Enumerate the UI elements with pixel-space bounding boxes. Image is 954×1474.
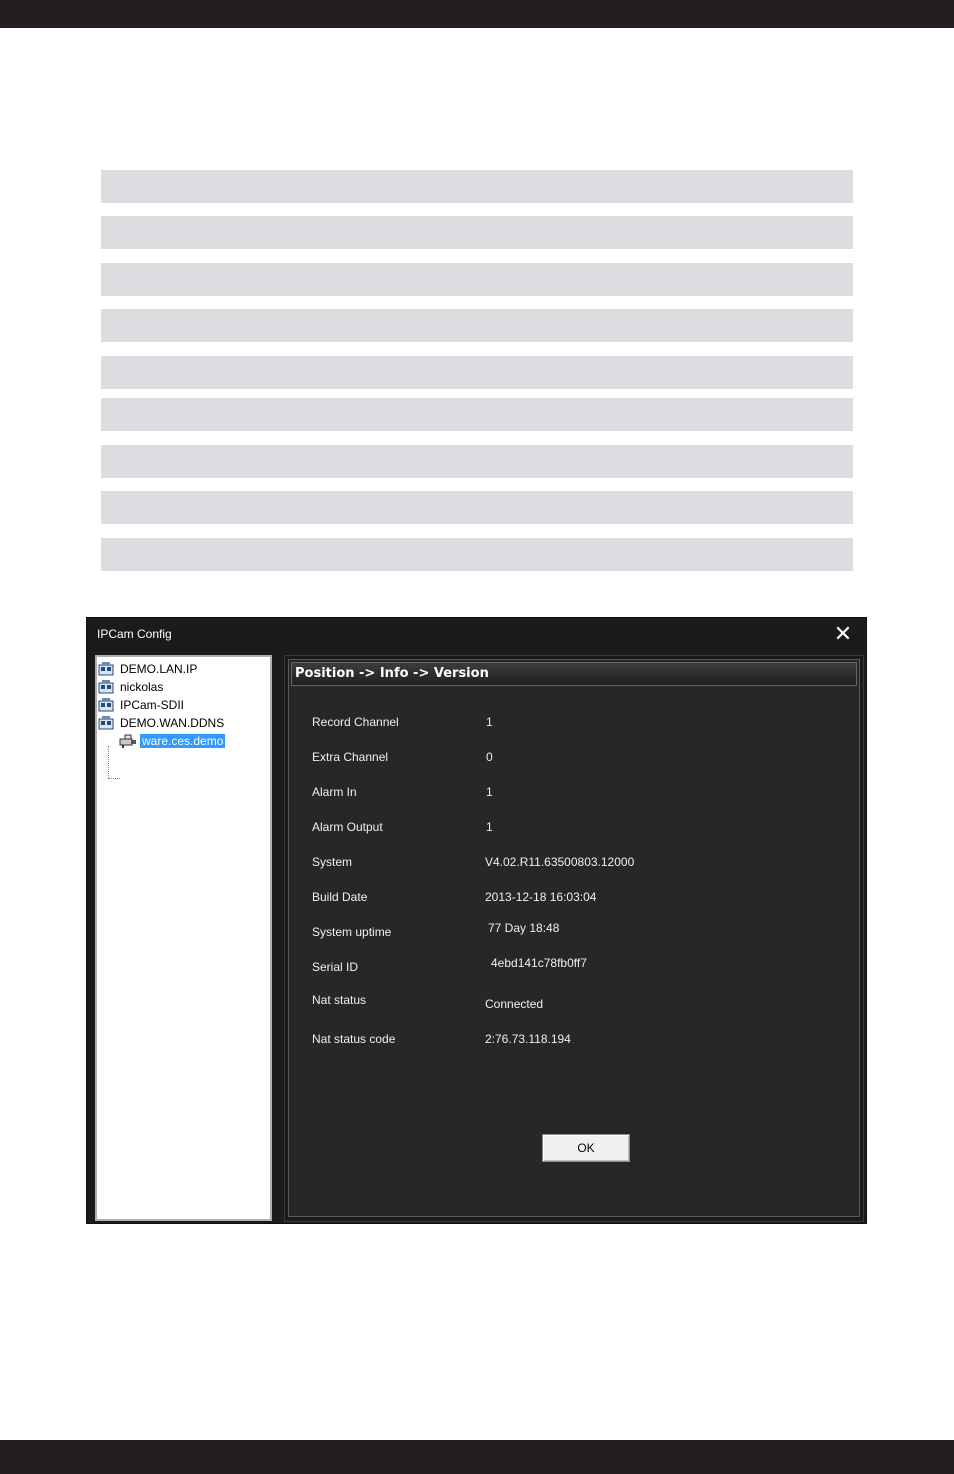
gray-row <box>101 398 853 431</box>
ipcam-config-dialog: IPCam Config ✕ DEMO.LAN.IP nickolas IPCa… <box>86 617 867 1224</box>
ok-button[interactable]: OK <box>542 1134 630 1162</box>
gray-row <box>101 445 853 478</box>
system-value: V4.02.R11.63500803.12000 <box>485 855 635 869</box>
page-top-bar <box>0 0 954 28</box>
tree-item-demo-lan-ip[interactable]: DEMO.LAN.IP <box>98 661 197 677</box>
tree-item-nickolas[interactable]: nickolas <box>98 679 163 695</box>
record-channel-value: 1 <box>486 715 493 729</box>
system-uptime-label: System uptime <box>312 925 392 939</box>
gray-row <box>101 491 853 524</box>
nat-status-value: Connected <box>485 997 544 1011</box>
tree-connector <box>108 746 109 778</box>
close-icon[interactable]: ✕ <box>831 624 855 646</box>
gray-row <box>101 263 853 296</box>
dialog-title: IPCam Config <box>97 627 172 641</box>
record-channel-label: Record Channel <box>312 715 399 729</box>
tree-item-label: nickolas <box>120 680 164 694</box>
tree-connector <box>108 778 120 779</box>
serial-id-value: 4ebd141c78fb0ff7 <box>491 956 587 970</box>
alarm-output-value: 1 <box>486 820 493 834</box>
panel-breadcrumb: Position -> Info -> Version <box>291 662 857 686</box>
page-bottom-bar <box>0 1440 954 1474</box>
gray-row <box>101 356 853 389</box>
camera-device-icon <box>119 734 136 748</box>
serial-id-label: Serial ID <box>312 960 359 974</box>
nat-status-code-label: Nat status code <box>312 1032 396 1046</box>
tree-item-ware-ces-demo[interactable]: ware.ces.demo <box>119 733 226 749</box>
device-group-icon <box>98 662 114 676</box>
device-group-icon <box>98 698 114 712</box>
gray-row <box>101 216 853 249</box>
alarm-output-label: Alarm Output <box>312 820 383 834</box>
build-date-label: Build Date <box>312 890 368 904</box>
system-label: System <box>312 855 353 869</box>
tree-item-label: IPCam-SDII <box>120 698 185 712</box>
build-date-value: 2013-12-18 16:03:04 <box>485 890 597 904</box>
gray-row <box>101 538 853 571</box>
device-group-icon <box>98 680 114 694</box>
alarm-in-value: 1 <box>486 785 493 799</box>
info-panel-frame: Position -> Info -> Version Record Chann… <box>284 655 864 1222</box>
extra-channel-value: 0 <box>486 750 493 764</box>
device-tree: DEMO.LAN.IP nickolas IPCam-SDII DEMO.WAN… <box>95 655 272 1221</box>
device-group-icon <box>98 716 114 730</box>
tree-item-label: DEMO.LAN.IP <box>120 662 198 676</box>
tree-item-demo-wan-ddns[interactable]: DEMO.WAN.DDNS <box>98 715 224 731</box>
nat-status-label: Nat status <box>312 993 367 1007</box>
extra-channel-label: Extra Channel <box>312 750 389 764</box>
gray-row <box>101 309 853 342</box>
system-uptime-value: 77 Day 18:48 <box>488 921 560 935</box>
gray-row <box>101 170 853 203</box>
tree-item-label: ware.ces.demo <box>140 734 226 748</box>
nat-status-code-value: 2:76.73.118.194 <box>485 1032 571 1046</box>
tree-item-label: DEMO.WAN.DDNS <box>120 716 225 730</box>
tree-item-ipcam-sdii[interactable]: IPCam-SDII <box>98 697 184 713</box>
version-info-panel: Position -> Info -> Version Record Chann… <box>288 659 860 1217</box>
alarm-in-label: Alarm In <box>312 785 357 799</box>
